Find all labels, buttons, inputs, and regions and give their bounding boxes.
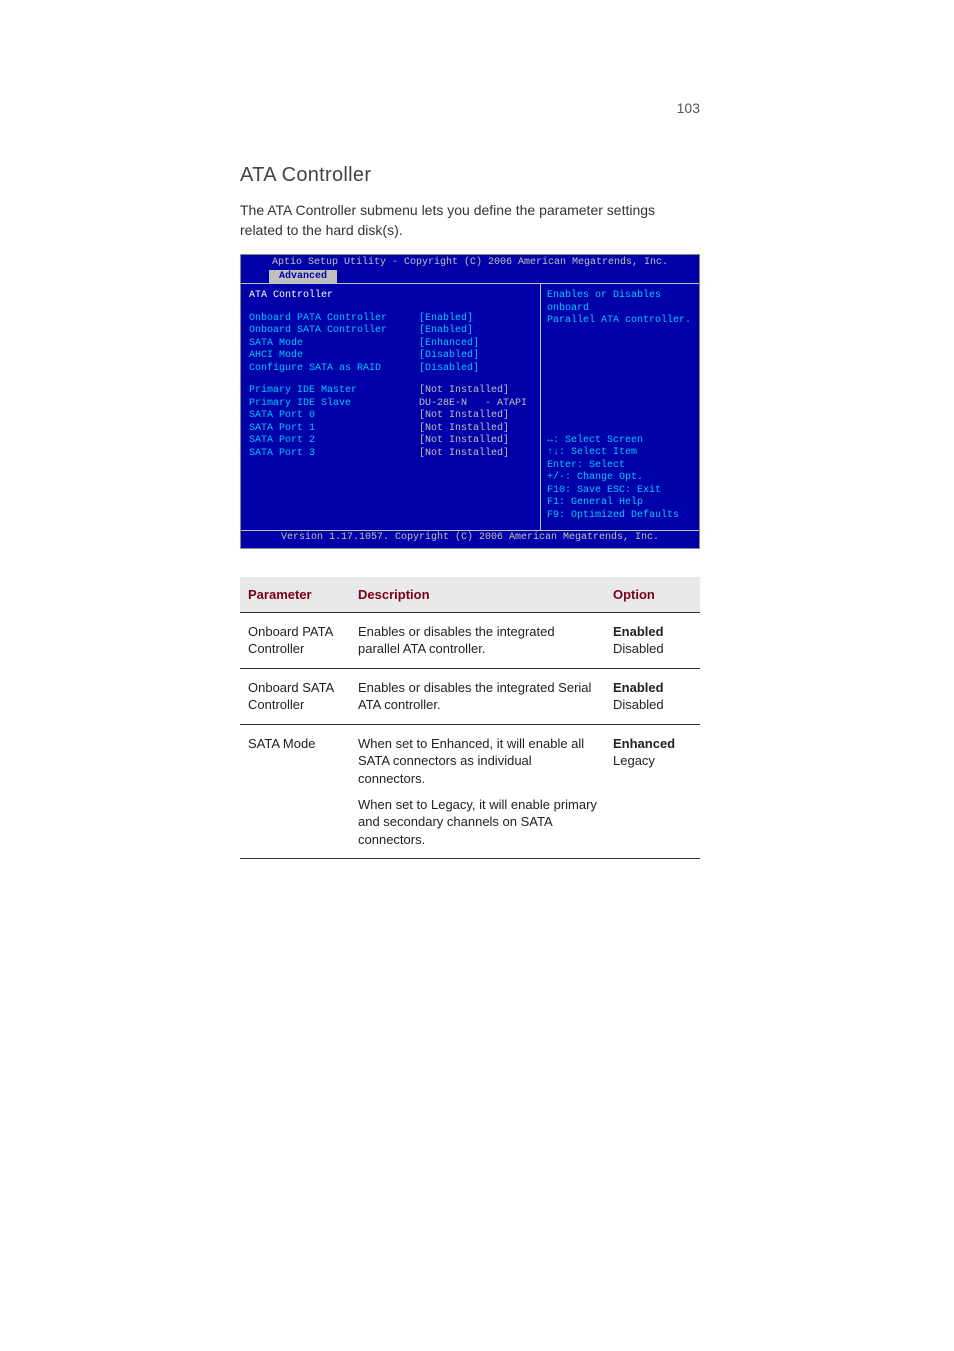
table-row: Onboard SATA Controller Enables or disab…: [240, 668, 700, 724]
bios-option-desc: Enables or Disables onboard: [547, 290, 693, 315]
option-default: Enhanced: [613, 735, 692, 753]
table-row: Onboard PATA Controller Enables or disab…: [240, 612, 700, 668]
bios-row-label: Primary IDE Master: [249, 385, 419, 398]
section-title: ATA Controller: [240, 164, 700, 187]
cell-parameter: SATA Mode: [240, 724, 350, 858]
bios-row-label: SATA Port 0: [249, 410, 419, 423]
bios-row-value: [Enabled]: [419, 313, 532, 326]
bios-left-panel: ATA Controller Onboard PATA Controller[E…: [241, 284, 541, 530]
cell-description-p1: When set to Enhanced, it will enable all…: [358, 735, 597, 788]
bios-submenu-title: ATA Controller: [249, 290, 532, 303]
bios-row-label: SATA Port 1: [249, 423, 419, 436]
bios-row-label: SATA Port 3: [249, 448, 419, 461]
table-row: SATA Mode When set to Enhanced, it will …: [240, 724, 700, 858]
bios-screenshot: Aptio Setup Utility - Copyright (C) 2006…: [240, 254, 700, 549]
bios-row-value: [Enhanced]: [419, 338, 532, 351]
option-default: Enabled: [613, 679, 692, 697]
bios-row-label: SATA Mode: [249, 338, 419, 351]
bios-help-line: +/-: Change Opt.: [547, 472, 693, 485]
intro-paragraph: The ATA Controller submenu lets you defi…: [240, 201, 700, 240]
bios-row-value: [Enabled]: [419, 325, 532, 338]
bios-tab-advanced: Advanced: [269, 270, 337, 284]
document-page: 103 ATA Controller The ATA Controller su…: [240, 100, 700, 859]
bios-help-line: ↔: Select Screen: [547, 435, 693, 448]
cell-parameter: Onboard PATA Controller: [240, 612, 350, 668]
col-header-option: Option: [605, 577, 700, 613]
bios-help-line: Enter: Select: [547, 460, 693, 473]
cell-option: Enabled Disabled: [605, 668, 700, 724]
cell-description: Enables or disables the integrated paral…: [350, 612, 605, 668]
bios-header-text: Aptio Setup Utility - Copyright (C) 2006…: [272, 257, 668, 268]
col-header-description: Description: [350, 577, 605, 613]
bios-help-line: ↑↓: Select Item: [547, 447, 693, 460]
bios-row-value: [Not Installed]: [419, 423, 532, 436]
options-table: Parameter Description Option Onboard PAT…: [240, 577, 700, 859]
option-default: Enabled: [613, 623, 692, 641]
bios-row-label: AHCI Mode: [249, 350, 419, 363]
bios-row-value: [Not Installed]: [419, 385, 532, 398]
cell-parameter: Onboard SATA Controller: [240, 668, 350, 724]
col-header-parameter: Parameter: [240, 577, 350, 613]
cell-description: When set to Enhanced, it will enable all…: [350, 724, 605, 858]
bios-help-line: F1: General Help: [547, 497, 693, 510]
bios-right-panel: Enables or Disables onboard Parallel ATA…: [541, 284, 699, 530]
bios-tab-row: Advanced: [241, 270, 699, 284]
option-alt: Legacy: [613, 752, 692, 770]
bios-row-value: DU-28E-N - ATAPI: [419, 398, 532, 411]
bios-row-label: SATA Port 2: [249, 435, 419, 448]
bios-row-value: [Disabled]: [419, 363, 532, 376]
bios-row-value: [Disabled]: [419, 350, 532, 363]
bios-option-desc: Parallel ATA controller.: [547, 315, 693, 328]
option-alt: Disabled: [613, 640, 692, 658]
bios-header: Aptio Setup Utility - Copyright (C) 2006…: [241, 255, 699, 270]
bios-row-label: Primary IDE Slave: [249, 398, 419, 411]
bios-help-line: F10: Save ESC: Exit: [547, 485, 693, 498]
bios-row-label: Configure SATA as RAID: [249, 363, 419, 376]
bios-row-value: [Not Installed]: [419, 435, 532, 448]
cell-option: Enabled Disabled: [605, 612, 700, 668]
option-alt: Disabled: [613, 696, 692, 714]
bios-row-value: [Not Installed]: [419, 448, 532, 461]
cell-description: Enables or disables the integrated Seria…: [350, 668, 605, 724]
bios-body: ATA Controller Onboard PATA Controller[E…: [241, 283, 699, 531]
bios-help-line: F9: Optimized Defaults: [547, 510, 693, 523]
cell-description-p2: When set to Legacy, it will enable prima…: [358, 796, 597, 849]
bios-row-value: [Not Installed]: [419, 410, 532, 423]
bios-footer: Version 1.17.1057. Copyright (C) 2006 Am…: [241, 531, 699, 548]
bios-row-label: Onboard SATA Controller: [249, 325, 419, 338]
bios-help-block: ↔: Select Screen ↑↓: Select Item Enter: …: [547, 435, 693, 523]
bios-row-label: Onboard PATA Controller: [249, 313, 419, 326]
page-number: 103: [240, 100, 700, 116]
cell-option: Enhanced Legacy: [605, 724, 700, 858]
